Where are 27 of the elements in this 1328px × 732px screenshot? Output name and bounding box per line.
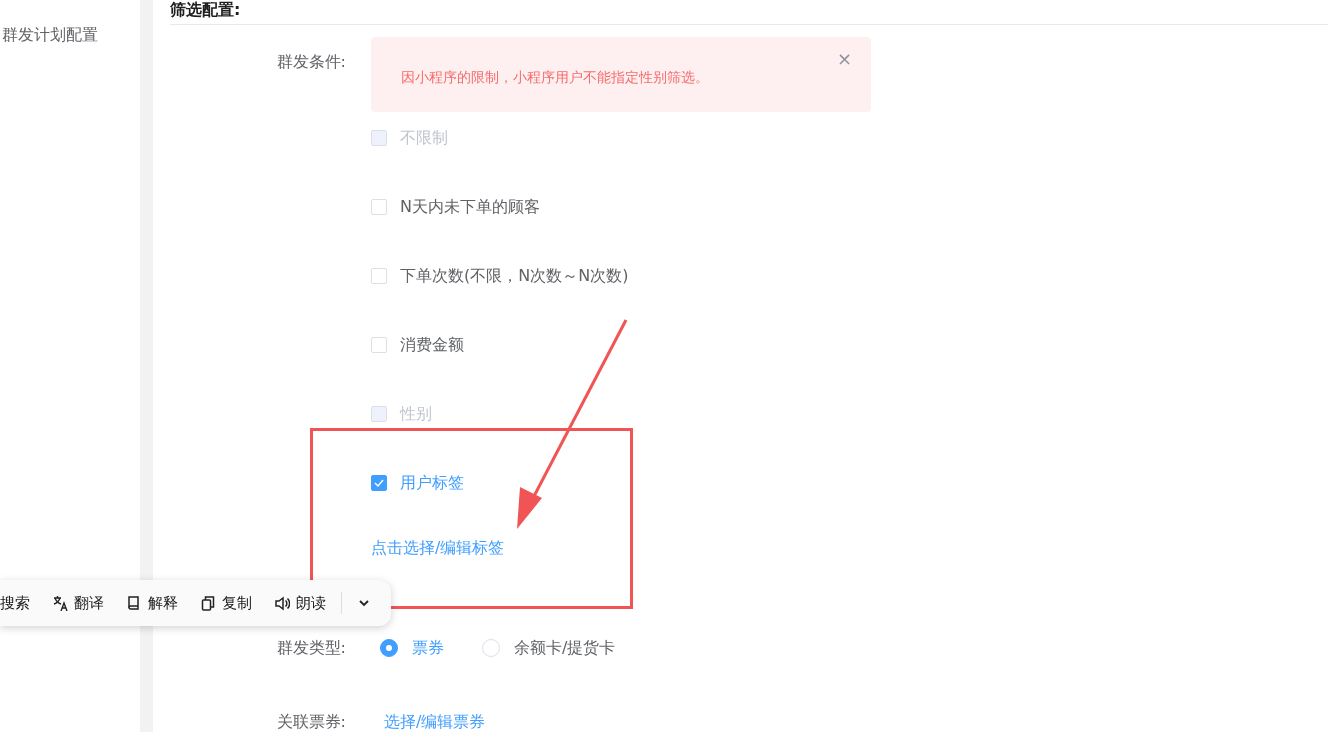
toolbar-button[interactable]: 解释 xyxy=(115,588,189,618)
checkbox-label: N天内未下单的顾客 xyxy=(400,197,540,217)
alert-text: 因小程序的限制，小程序用户不能指定性别筛选。 xyxy=(401,67,709,87)
toolbar-button[interactable]: 复制 xyxy=(189,588,263,618)
checkbox-label: 消费金额 xyxy=(400,335,464,355)
field-label: 群发类型: xyxy=(275,638,346,658)
toolbar-button[interactable]: 翻译 xyxy=(41,588,115,618)
checkbox-label: 用户标签 xyxy=(400,473,464,493)
checkbox-label: 性别 xyxy=(400,404,432,424)
checkbox-label: 下单次数(不限，N次数～N次数) xyxy=(400,266,629,286)
checkbox-label: 不限制 xyxy=(400,128,448,148)
check-icon xyxy=(374,479,384,487)
chevron-down-icon xyxy=(359,600,369,607)
checkbox[interactable] xyxy=(371,475,387,491)
toolbar-button[interactable]: 朗读 xyxy=(263,588,337,618)
speaker-icon xyxy=(275,596,290,611)
translate-icon xyxy=(53,595,68,611)
section-title: 筛选配置: xyxy=(170,0,242,21)
radio-button[interactable] xyxy=(380,639,398,657)
sidebar-item[interactable]: 群发计划配置 xyxy=(0,0,140,46)
book-icon xyxy=(128,596,139,610)
radio-label: 票券 xyxy=(412,637,444,659)
field-label: 群发条件: xyxy=(275,52,346,72)
toolbar-button[interactable]: 搜索 xyxy=(0,588,41,618)
copy-icon xyxy=(201,596,215,611)
field-label: 关联票券: xyxy=(275,712,346,732)
radio-label: 余额卡/提货卡 xyxy=(514,637,616,659)
